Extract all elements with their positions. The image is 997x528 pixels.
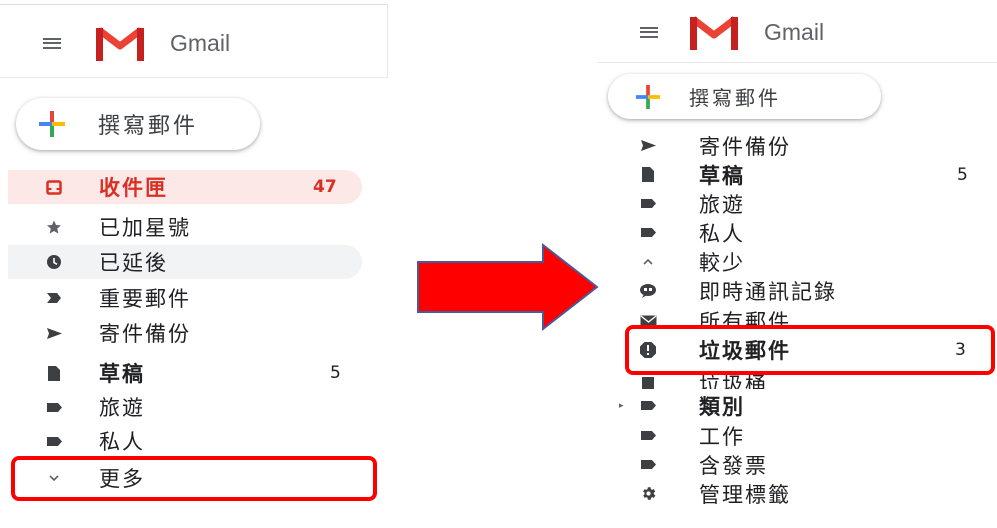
gmail-header: Gmail [43, 25, 230, 61]
sidebar-item-drafts[interactable]: 草稿 5 [8, 356, 362, 390]
sidebar-item-inbox[interactable]: 收件匣 47 [8, 170, 362, 204]
sidebar-item-label: 草稿 [99, 362, 145, 386]
sidebar-item-work[interactable]: 工作 [597, 421, 987, 450]
sidebar-item-label: 私人 [699, 221, 745, 246]
sidebar-item-label: 已加星號 [99, 216, 191, 240]
sidebar-item-label: 寄件備份 [699, 134, 791, 159]
gmail-sidebar-collapsed: Gmail 撰寫郵件 收件匣 47 已加星號 已延後 重要郵件 寄件備份 草稿 … [0, 0, 388, 528]
label-icon [637, 198, 659, 209]
chat-icon [637, 283, 659, 299]
transition-arrow-icon [417, 242, 599, 332]
sidebar-item-label: 垃圾桶 [699, 373, 768, 390]
sidebar-item-label: 草稿 [699, 163, 745, 188]
sidebar-item-starred[interactable]: 已加星號 [8, 210, 362, 244]
sidebar-item-label: 私人 [99, 430, 145, 454]
gmail-brand-text: Gmail [170, 29, 231, 56]
label-icon [43, 436, 65, 447]
gmail-header: Gmail [640, 14, 824, 50]
gmail-logo-icon [96, 27, 144, 61]
sidebar-item-label: 收件匣 [99, 176, 168, 200]
sidebar-item-more[interactable]: 更多 [8, 461, 362, 495]
header-bottom-divider [597, 62, 997, 63]
compose-button[interactable]: 撰寫郵件 [16, 98, 260, 150]
chevron-down-icon [43, 474, 65, 482]
inbox-icon [43, 179, 65, 195]
compose-label: 撰寫郵件 [98, 114, 199, 139]
label-icon [637, 459, 659, 470]
chevron-up-icon [637, 258, 659, 266]
sidebar-item-categories[interactable]: ▸ 類別 [597, 391, 987, 420]
sidebar-item-manage-labels[interactable]: 管理標籤 [597, 479, 987, 508]
top-divider [0, 4, 388, 5]
spam-count: 3 [955, 340, 966, 360]
sidebar-item-label: 旅遊 [99, 396, 145, 420]
sidebar-item-label: 含發票 [699, 453, 768, 478]
sidebar-item-personal[interactable]: 私人 [597, 218, 987, 247]
sidebar-item-label: 已延後 [99, 251, 168, 275]
clock-icon [43, 254, 65, 270]
sidebar-item-label: 更多 [99, 467, 145, 491]
sidebar-item-label: 即時通訊記錄 [699, 279, 837, 304]
label-icon [637, 227, 659, 238]
send-icon [43, 327, 65, 340]
sidebar-item-personal[interactable]: 私人 [8, 424, 362, 458]
compose-plus-icon [635, 84, 661, 109]
sidebar-item-label: 旅遊 [699, 192, 745, 217]
sidebar-item-sent[interactable]: 寄件備份 [597, 131, 987, 160]
mail-icon [637, 314, 659, 328]
sidebar-item-spam[interactable]: 垃圾郵件 3 [597, 333, 987, 367]
draft-icon [43, 365, 65, 382]
sidebar-item-label: 重要郵件 [99, 287, 191, 311]
spam-icon [637, 341, 659, 359]
sidebar-item-drafts[interactable]: 草稿 5 [597, 160, 987, 189]
sidebar-item-chats[interactable]: 即時通訊記錄 [597, 276, 987, 305]
sidebar-item-travel[interactable]: 旅遊 [8, 390, 362, 424]
draft-count: 5 [957, 164, 968, 185]
gear-icon [637, 485, 659, 502]
sidebar-item-trash[interactable]: 垃圾桶 [597, 369, 987, 389]
sidebar-item-less[interactable]: 較少 [597, 247, 987, 276]
gmail-brand-text: Gmail [764, 18, 825, 45]
sidebar-item-label: 類別 [699, 394, 745, 419]
sidebar-item-label: 管理標籤 [699, 482, 791, 507]
star-icon [43, 219, 65, 235]
sidebar-item-important[interactable]: 重要郵件 [8, 281, 362, 315]
sidebar-item-label: 垃圾郵件 [699, 339, 791, 363]
label-icon [43, 402, 65, 413]
sidebar-item-travel[interactable]: 旅遊 [597, 189, 987, 218]
gmail-sidebar-expanded: Gmail 撰寫郵件 寄件備份 草稿 5 旅遊 私人 較少 即時通訊記錄 所有郵… [597, 0, 997, 528]
sidebar-item-all-mail[interactable]: 所有郵件 [597, 305, 987, 329]
sidebar-item-label: 所有郵件 [699, 310, 791, 329]
header-divider [387, 4, 388, 78]
gmail-logo-icon [690, 16, 738, 50]
send-icon [637, 139, 659, 152]
header-bottom-divider [0, 77, 388, 78]
unread-count: 47 [313, 177, 337, 197]
label-icon [637, 430, 659, 441]
main-menu-icon[interactable] [43, 37, 61, 49]
compose-plus-icon [39, 111, 65, 137]
label-icon [637, 400, 659, 411]
draft-count: 5 [330, 363, 341, 383]
main-menu-icon[interactable] [640, 26, 658, 38]
draft-icon [637, 166, 659, 183]
sidebar-item-label: 工作 [699, 424, 745, 449]
sidebar-item-label: 寄件備份 [99, 322, 191, 346]
sidebar-item-label: 較少 [699, 250, 745, 275]
sidebar-item-snoozed[interactable]: 已延後 [8, 245, 362, 279]
expand-arrow-icon[interactable]: ▸ [619, 401, 624, 411]
trash-icon [637, 377, 659, 389]
sidebar-item-invoice[interactable]: 含發票 [597, 450, 987, 479]
compose-label: 撰寫郵件 [689, 86, 781, 110]
sidebar-item-sent[interactable]: 寄件備份 [8, 316, 362, 350]
important-icon [43, 292, 65, 304]
compose-button[interactable]: 撰寫郵件 [608, 74, 881, 119]
